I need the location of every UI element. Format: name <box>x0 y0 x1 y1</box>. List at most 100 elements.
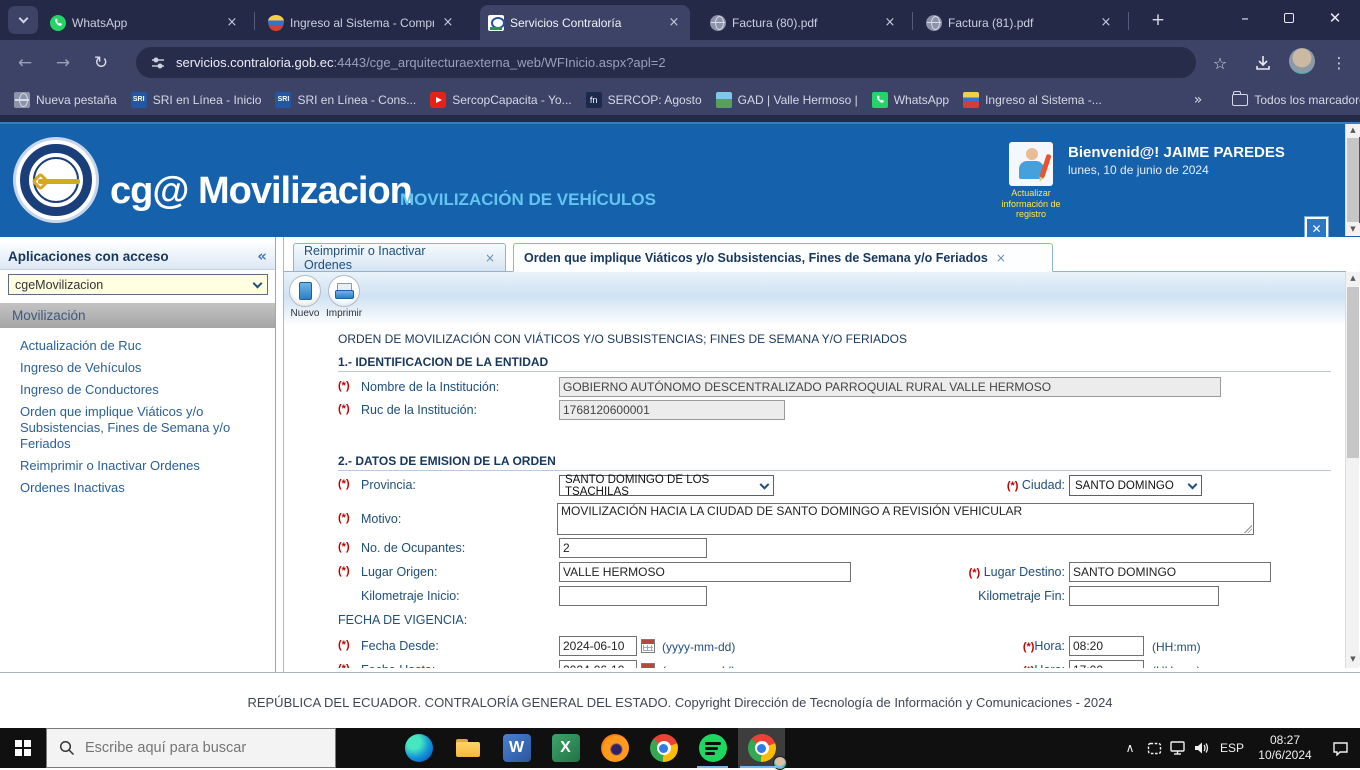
bookmark-whatsapp[interactable]: WhatsApp <box>872 92 949 108</box>
provincia-select[interactable]: SANTO DOMINGO DE LOS TSACHILAS <box>559 475 774 496</box>
hora-desde-field[interactable] <box>1069 636 1144 656</box>
taskbar-firefox[interactable] <box>591 728 638 768</box>
origen-field[interactable] <box>559 562 851 582</box>
start-button[interactable] <box>0 728 46 768</box>
bookmark-ingreso-sistema[interactable]: Ingreso al Sistema -... <box>963 92 1102 108</box>
all-bookmarks-button[interactable]: Todos los marcadores <box>1232 93 1360 107</box>
required-marker: (*) <box>338 663 350 668</box>
chevron-down-icon <box>18 14 28 24</box>
sidebar-collapse-icon[interactable]: « <box>257 247 267 265</box>
window-close-button[interactable]: ✕ <box>1318 0 1352 36</box>
bookmark-nueva-pestana[interactable]: Nueva pestaña <box>14 92 117 108</box>
bookmark-sercop-agosto[interactable]: fnSERCOP: Agosto <box>586 92 702 108</box>
bookmark-sri-inicio[interactable]: SRISRI en Línea - Inicio <box>131 92 262 108</box>
scrollbar-thumb[interactable] <box>1347 138 1359 222</box>
date-format-hint: (yyyy-mm-dd) <box>662 640 735 654</box>
institucion-field[interactable] <box>559 377 1221 397</box>
sidebar-item-ordenes-inactivas[interactable]: Ordenes Inactivas <box>20 480 266 496</box>
bookmarks-overflow-button[interactable]: » <box>1194 92 1203 108</box>
browser-tab-factura-80[interactable]: Factura (80).pdf × <box>702 5 906 40</box>
ruc-field[interactable] <box>559 400 785 420</box>
content-tab-reimprimir[interactable]: Reimprimir o Inactivar Ordenes × <box>293 243 506 272</box>
reload-button[interactable]: ↻ <box>86 48 116 78</box>
content-tab-orden-viaticos[interactable]: Orden que implique Viáticos y/o Subsiste… <box>513 243 1053 272</box>
bookmark-star-icon[interactable]: ☆ <box>1205 48 1235 78</box>
tab-search-button[interactable] <box>8 6 38 34</box>
print-button[interactable]: Imprimir <box>326 275 362 319</box>
taskbar-search[interactable] <box>46 728 336 768</box>
resize-grip[interactable] <box>1244 525 1252 533</box>
action-center-button[interactable] <box>1320 741 1360 756</box>
fecha-hasta-field[interactable] <box>559 660 637 668</box>
browser-tab-factura-81[interactable]: Factura (81).pdf × <box>918 5 1122 40</box>
language-indicator[interactable]: ESP <box>1214 741 1250 755</box>
chrome-icon <box>748 734 776 762</box>
tab-close-icon[interactable]: × <box>224 15 240 30</box>
window-maximize-button[interactable] <box>1272 0 1306 36</box>
back-button[interactable]: ← <box>10 48 40 78</box>
taskbar-spotify[interactable] <box>689 728 736 768</box>
taskbar-word[interactable]: W <box>493 728 540 768</box>
tab-close-icon[interactable]: × <box>996 251 1006 265</box>
km-fin-field[interactable] <box>1069 586 1219 606</box>
taskbar-excel[interactable]: X <box>542 728 589 768</box>
tab-close-icon[interactable]: × <box>666 15 682 30</box>
km-inicio-field[interactable] <box>559 586 707 606</box>
bookmark-gad-valle-hermoso[interactable]: GAD | Valle Hermoso | <box>716 92 858 108</box>
forward-button[interactable]: → <box>48 48 78 78</box>
sidebar-item-ingreso-vehiculos[interactable]: Ingreso de Vehículos <box>20 360 266 376</box>
calendar-icon[interactable] <box>641 663 655 668</box>
volume-icon[interactable] <box>1190 741 1214 755</box>
site-info-icon[interactable] <box>150 55 166 71</box>
taskbar-edge[interactable] <box>395 728 442 768</box>
onedrive-icon[interactable] <box>1142 742 1166 755</box>
taskbar-chrome[interactable] <box>640 728 687 768</box>
new-button[interactable]: Nuevo <box>287 275 323 319</box>
required-marker: (*) <box>338 565 350 577</box>
taskbar-file-explorer[interactable] <box>444 728 491 768</box>
window-minimize-button[interactable]: – <box>1228 0 1262 36</box>
sidebar-item-reimprimir-inactivar[interactable]: Reimprimir o Inactivar Ordenes <box>20 458 266 474</box>
taskbar-chrome-profile[interactable] <box>738 728 785 768</box>
scroll-up-icon[interactable]: ▲ <box>1346 124 1360 137</box>
downloads-button[interactable] <box>1248 48 1278 78</box>
ocupantes-field[interactable] <box>559 538 707 558</box>
tab-close-icon[interactable]: × <box>440 15 456 30</box>
scroll-up-icon[interactable]: ▲ <box>1346 272 1360 285</box>
browser-tab-servicios-contraloria[interactable]: Servicios Contraloría × <box>480 5 690 40</box>
tab-close-icon[interactable]: × <box>1098 15 1114 30</box>
tab-close-icon[interactable]: × <box>485 251 495 265</box>
destino-field[interactable] <box>1069 562 1271 582</box>
application-select[interactable]: cgeMovilizacion <box>8 274 268 295</box>
ocupantes-label: No. de Ocupantes: <box>361 541 465 555</box>
page-top-strip <box>0 115 1360 122</box>
tray-expand-icon[interactable]: ∧ <box>1118 741 1142 755</box>
tab-close-icon[interactable]: × <box>882 15 898 30</box>
profile-avatar[interactable] <box>1289 48 1315 74</box>
sidebar-item-actualizacion-ruc[interactable]: Actualización de Ruc <box>20 338 266 354</box>
new-tab-button[interactable]: + <box>1146 8 1170 32</box>
calendar-icon[interactable] <box>641 639 655 653</box>
content-scrollbar[interactable]: ▲ ▼ <box>1345 272 1359 668</box>
scroll-down-icon[interactable]: ▼ <box>1346 653 1360 666</box>
search-input[interactable] <box>85 740 315 756</box>
address-bar[interactable]: servicios.contraloria.gob.ec:4443/cge_ar… <box>136 47 1196 78</box>
header-scrollbar[interactable]: ▲ ▼ <box>1345 124 1359 236</box>
browser-tab-whatsapp[interactable]: WhatsApp × <box>42 5 248 40</box>
scrollbar-thumb[interactable] <box>1347 287 1359 458</box>
required-marker: (*) <box>338 512 350 524</box>
browser-menu-icon[interactable]: ⋮ <box>1324 48 1354 78</box>
ciudad-select[interactable]: SANTO DOMINGO <box>1069 475 1202 496</box>
motivo-textarea[interactable]: MOVILIZACIÓN HACIA LA CIUDAD DE SANTO DO… <box>557 503 1254 535</box>
taskbar-clock[interactable]: 08:27 10/6/2024 <box>1250 733 1320 763</box>
sidebar-item-ingreso-conductores[interactable]: Ingreso de Conductores <box>20 382 266 398</box>
bookmark-sercopcapacita[interactable]: SercopCapacita - Yo... <box>430 92 571 108</box>
hora-hasta-field[interactable] <box>1069 660 1144 668</box>
sidebar-item-orden-viaticos[interactable]: Orden que implique Viáticos y/o Subsiste… <box>20 404 266 452</box>
bookmark-sri-consultas[interactable]: SRISRI en Línea - Cons... <box>275 92 416 108</box>
scroll-down-icon[interactable]: ▼ <box>1346 223 1360 236</box>
update-registration-button[interactable] <box>1009 142 1053 186</box>
fecha-desde-field[interactable] <box>559 636 637 656</box>
network-icon[interactable] <box>1166 741 1190 755</box>
browser-tab-ingreso[interactable]: Ingreso al Sistema - Compra × <box>260 5 464 40</box>
